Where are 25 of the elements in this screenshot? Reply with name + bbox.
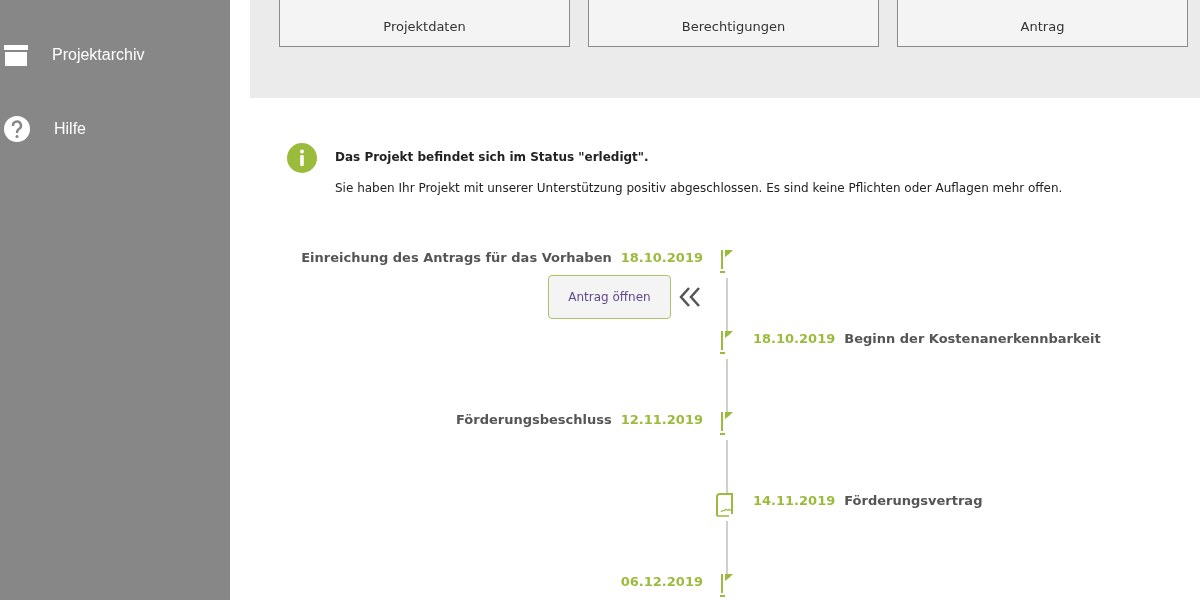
section-button[interactable]: Antrag <box>897 0 1188 47</box>
info-icon <box>287 143 317 173</box>
event-date: 12.11.2019 <box>620 412 703 427</box>
section-button[interactable]: Berechtigungen <box>588 0 879 47</box>
help-icon <box>4 116 30 142</box>
flag-icon <box>719 250 735 274</box>
status-title: Das Projekt befindet sich im Status "erledigt". <box>335 150 650 164</box>
event-title: Einreichung des Antrags für das Vorhaben <box>301 250 612 265</box>
sidebar-item[interactable]: Hilfe <box>0 112 230 146</box>
event-date: 14.11.2019 <box>753 493 836 508</box>
event-date: 18.10.2019 <box>753 331 836 346</box>
event-date: 06.12.2019 <box>620 574 703 589</box>
flag-icon <box>719 574 735 598</box>
event-date: 18.10.2019 <box>620 250 703 265</box>
flag-icon <box>719 331 735 355</box>
double-chevron-left-icon <box>679 287 701 307</box>
archive-box-icon <box>4 43 28 67</box>
section-button[interactable]: Projektdaten <box>279 0 570 47</box>
event-title: Beginn der Kostenanerkennbarkeit <box>844 331 1101 346</box>
flag-icon <box>719 412 735 436</box>
status-text: Sie haben Ihr Projekt mit unserer Unterstützung positiv abgeschlossen. Es sind keine Pflichten oder Auflagen mehr offen. <box>335 181 1063 195</box>
sidebar-item[interactable]: Projektarchiv <box>0 38 230 72</box>
event-title: Förderungsvertrag <box>844 493 983 508</box>
event-title: Förderungsbeschluss <box>455 412 612 427</box>
open-application-button[interactable]: Antrag öffnen <box>548 275 671 319</box>
